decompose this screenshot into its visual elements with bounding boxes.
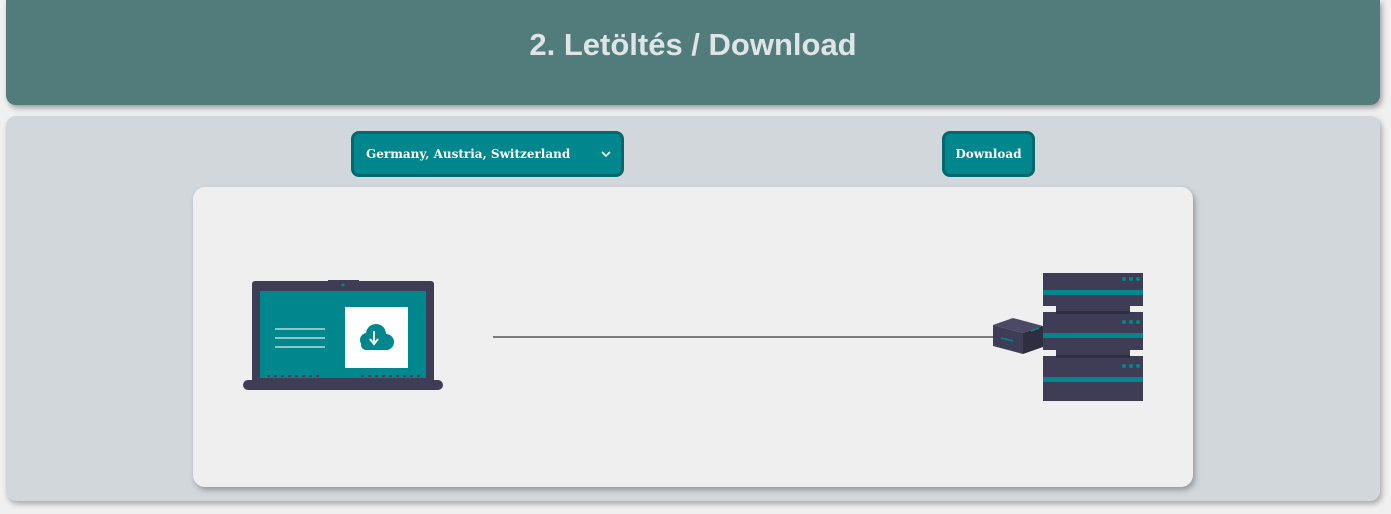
region-select-value: Germany, Austria, Switzerland xyxy=(366,147,571,161)
chevron-down-icon xyxy=(599,147,613,161)
package-icon xyxy=(993,318,1043,354)
laptop-icon xyxy=(243,280,443,390)
header-panel: 2. Letöltés / Download xyxy=(6,0,1380,105)
server-rack-icon xyxy=(1043,273,1143,401)
region-select[interactable]: Germany, Austria, Switzerland xyxy=(351,131,624,177)
download-illustration xyxy=(193,187,1193,487)
cloud-download-icon xyxy=(345,307,408,368)
download-button[interactable]: Download xyxy=(942,131,1035,177)
download-panel: Germany, Austria, Switzerland Download xyxy=(6,116,1380,501)
page-title: 2. Letöltés / Download xyxy=(529,26,857,62)
